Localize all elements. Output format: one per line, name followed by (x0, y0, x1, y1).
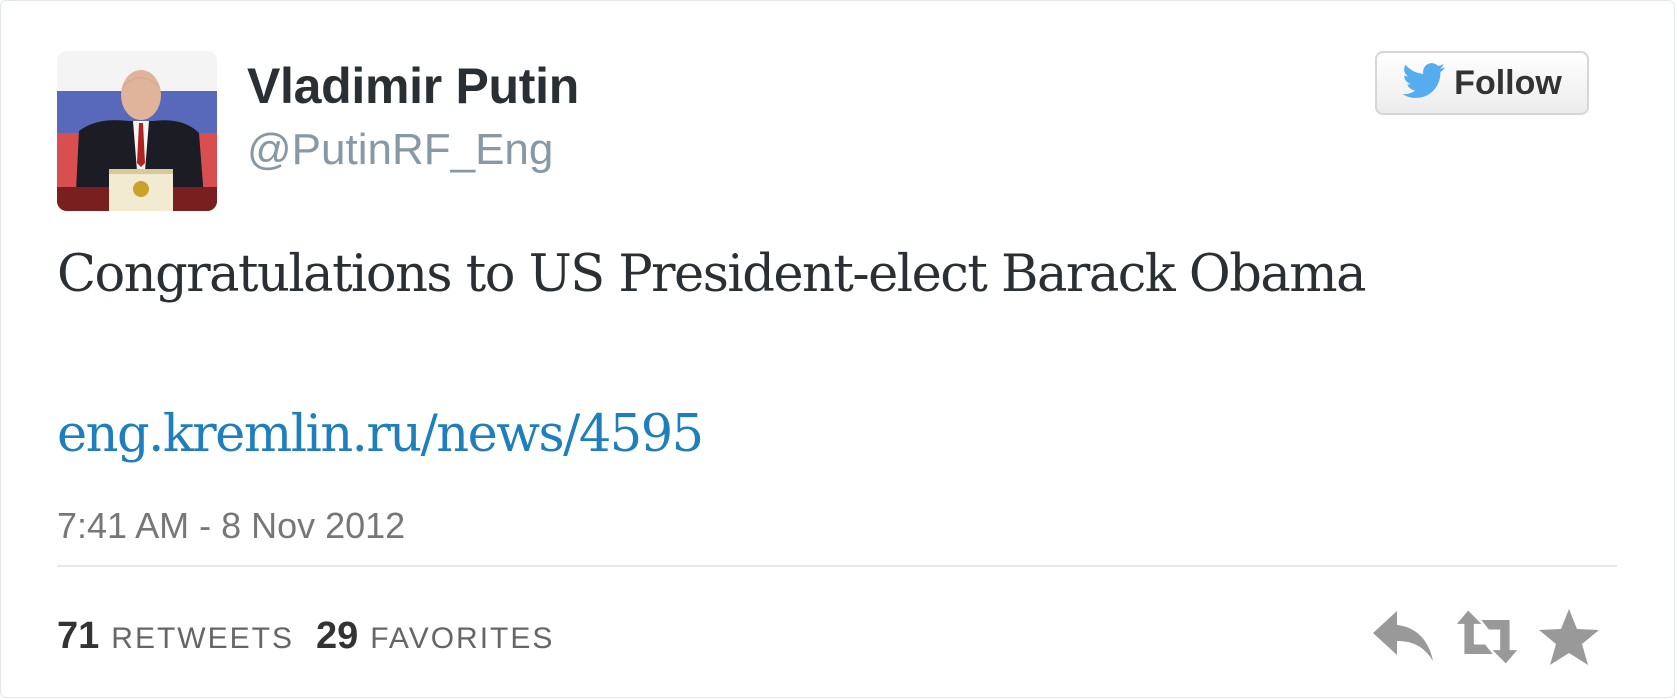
tweet-timestamp[interactable]: 7:41 AM - 8 Nov 2012 (57, 505, 405, 547)
follow-button[interactable]: Follow (1375, 51, 1589, 115)
tweet-stats: 71 RETWEETS 29 FAVORITES (57, 615, 576, 658)
retweet-icon[interactable] (1455, 607, 1519, 667)
display-name[interactable]: Vladimir Putin (247, 57, 579, 115)
reply-icon[interactable] (1371, 607, 1435, 667)
divider (57, 565, 1617, 567)
star-icon[interactable] (1537, 607, 1601, 667)
follow-label: Follow (1454, 63, 1562, 102)
favorites-label[interactable]: FAVORITES (370, 622, 554, 656)
avatar[interactable] (57, 51, 217, 211)
retweets-label[interactable]: RETWEETS (111, 622, 294, 656)
tweet-link[interactable]: eng.kremlin.ru/news/4595 (57, 405, 704, 464)
twitter-bird-icon (1402, 62, 1446, 104)
user-handle[interactable]: @PutinRF_Eng (247, 125, 553, 175)
tweet-card: Vladimir Putin @PutinRF_Eng Follow Congr… (0, 0, 1675, 698)
retweets-count[interactable]: 71 (57, 615, 99, 658)
favorites-count[interactable]: 29 (316, 615, 358, 658)
tweet-actions (1371, 607, 1599, 667)
tweet-text: Congratulations to US President-elect Ba… (57, 245, 1367, 304)
